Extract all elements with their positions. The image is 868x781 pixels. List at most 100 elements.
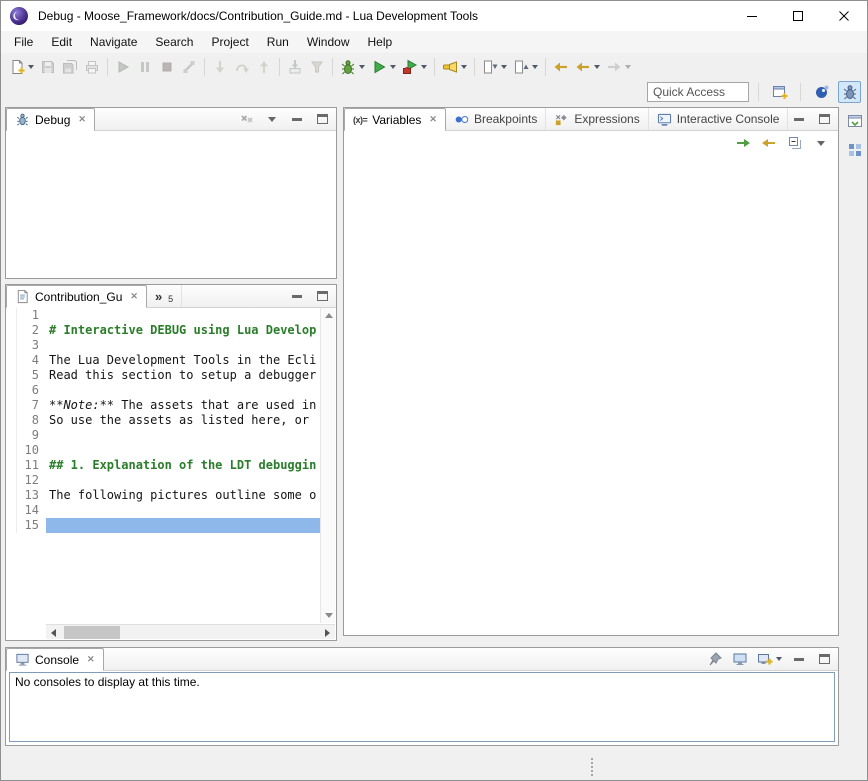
forward-button[interactable] (603, 56, 634, 78)
expressions-icon (554, 112, 569, 127)
line-number: 7 (17, 398, 46, 413)
collapse-all-button[interactable] (787, 135, 803, 151)
editor-line[interactable]: 6 (7, 383, 320, 398)
editor-vertical-scrollbar[interactable] (320, 308, 335, 623)
external-tools-button[interactable] (399, 56, 430, 78)
back-button[interactable] (572, 56, 603, 78)
run-button[interactable] (368, 56, 399, 78)
save-button[interactable] (37, 56, 59, 78)
close-icon[interactable]: ✕ (87, 654, 95, 665)
editor-line[interactable]: 12 (7, 473, 320, 488)
editor-tab-overflow[interactable]: » 5 (147, 285, 182, 307)
maximize-view-button[interactable] (816, 651, 832, 667)
next-annotation-icon (482, 59, 498, 75)
editor-line[interactable]: 5Read this section to setup a debugger (7, 368, 320, 383)
editor-line[interactable]: 3 (7, 338, 320, 353)
step-return-button[interactable] (253, 56, 275, 78)
tab-variables[interactable]: (x)= Variables ✕ (344, 108, 446, 131)
step-over-button[interactable] (231, 56, 253, 78)
resume-button[interactable] (112, 56, 134, 78)
editor-line[interactable]: 11## 1. Explanation of the LDT debuggin (7, 458, 320, 473)
window-minimize-button[interactable] (729, 1, 775, 31)
editor-line[interactable]: 9 (7, 428, 320, 443)
terminate-button[interactable] (156, 56, 178, 78)
menu-project[interactable]: Project (202, 31, 257, 53)
console-toolbar (707, 648, 838, 670)
editor-line-current[interactable]: 15 (7, 518, 320, 533)
minimize-view-button[interactable] (289, 288, 305, 304)
close-icon[interactable]: ✕ (78, 114, 86, 125)
show-type-names-button[interactable] (735, 135, 751, 151)
view-menu-button[interactable] (264, 111, 280, 127)
remove-all-terminated-button[interactable] (239, 111, 255, 127)
next-annotation-button[interactable] (479, 56, 510, 78)
minimize-view-button[interactable] (289, 111, 305, 127)
close-icon[interactable]: ✕ (130, 291, 138, 302)
window-close-button[interactable] (821, 1, 867, 31)
last-edit-location-button[interactable] (550, 56, 572, 78)
disconnect-button[interactable] (178, 56, 200, 78)
menu-file[interactable]: File (5, 31, 42, 53)
editor-line[interactable]: 8So use the assets as listed here, or (7, 413, 320, 428)
console-content[interactable]: No consoles to display at this time. (9, 672, 835, 742)
open-task-button[interactable] (439, 56, 470, 78)
open-perspective-button[interactable] (768, 81, 791, 103)
maximize-view-button[interactable] (816, 111, 832, 127)
minimize-view-button[interactable] (791, 651, 807, 667)
menu-run[interactable]: Run (258, 31, 298, 53)
step-into-button[interactable] (209, 56, 231, 78)
menu-navigate[interactable]: Navigate (81, 31, 146, 53)
maximize-view-button[interactable] (314, 111, 330, 127)
drop-to-frame-button[interactable] (284, 56, 306, 78)
menu-help[interactable]: Help (359, 31, 402, 53)
editor-line[interactable]: 2# Interactive DEBUG using Lua Develop (7, 323, 320, 338)
scroll-up-arrow-icon[interactable] (325, 313, 333, 318)
menu-edit[interactable]: Edit (42, 31, 81, 53)
sash-grip-handle[interactable] (591, 758, 593, 776)
lua-perspective-button[interactable] (810, 81, 833, 103)
editor-line[interactable]: 10 (7, 443, 320, 458)
debug-button[interactable] (337, 56, 368, 78)
close-icon[interactable]: ✕ (429, 114, 437, 125)
previous-annotation-button[interactable] (510, 56, 541, 78)
scroll-left-arrow-icon[interactable] (51, 629, 56, 637)
pin-console-button[interactable] (707, 651, 723, 667)
menu-search[interactable]: Search (146, 31, 202, 53)
editor-line[interactable]: 4The Lua Development Tools in the Ecli (7, 353, 320, 368)
editor-horizontal-scrollbar[interactable] (46, 624, 335, 639)
scroll-down-arrow-icon[interactable] (325, 613, 333, 618)
editor-line[interactable]: 13The following pictures outline some o (7, 488, 320, 503)
fastview-restore-button[interactable] (844, 110, 866, 132)
editor-area[interactable]: 1 2# Interactive DEBUG using Lua Develop… (7, 308, 335, 623)
scroll-right-arrow-icon[interactable] (325, 629, 330, 637)
save-all-button[interactable] (59, 56, 81, 78)
minimize-icon (292, 118, 302, 121)
minimize-view-button[interactable] (791, 111, 807, 127)
print-button[interactable] (81, 56, 103, 78)
suspend-button[interactable] (134, 56, 156, 78)
new-button[interactable] (6, 56, 37, 78)
tab-debug[interactable]: Debug ✕ (6, 108, 95, 131)
show-logical-structure-button[interactable] (761, 135, 777, 151)
menu-window[interactable]: Window (298, 31, 359, 53)
open-console-button[interactable] (757, 651, 782, 667)
tab-expressions[interactable]: Expressions (546, 108, 648, 130)
fastview-outline-button[interactable] (844, 139, 866, 161)
editor-line[interactable]: 7**Note:** The assets that are used in (7, 398, 320, 413)
annotation-ruler-cell (7, 338, 17, 353)
editor-line[interactable]: 14 (7, 503, 320, 518)
display-selected-console-button[interactable] (732, 651, 748, 667)
quick-access-input[interactable] (647, 82, 749, 102)
editor-line[interactable]: 1 (7, 308, 320, 323)
scrollbar-thumb[interactable] (64, 626, 120, 639)
maximize-view-button[interactable] (314, 288, 330, 304)
tab-console[interactable]: Console ✕ (6, 648, 104, 671)
view-menu-button[interactable] (813, 135, 829, 151)
tab-overflow-chevron-icon: » (155, 289, 162, 304)
editor-tab-contribution-guide[interactable]: Contribution_Gu ✕ (6, 285, 147, 308)
use-step-filters-button[interactable] (306, 56, 328, 78)
tab-breakpoints[interactable]: Breakpoints (446, 108, 546, 130)
window-maximize-button[interactable] (775, 1, 821, 31)
debug-perspective-button[interactable] (838, 81, 861, 103)
tab-interactive-console[interactable]: Interactive Console (649, 108, 789, 130)
